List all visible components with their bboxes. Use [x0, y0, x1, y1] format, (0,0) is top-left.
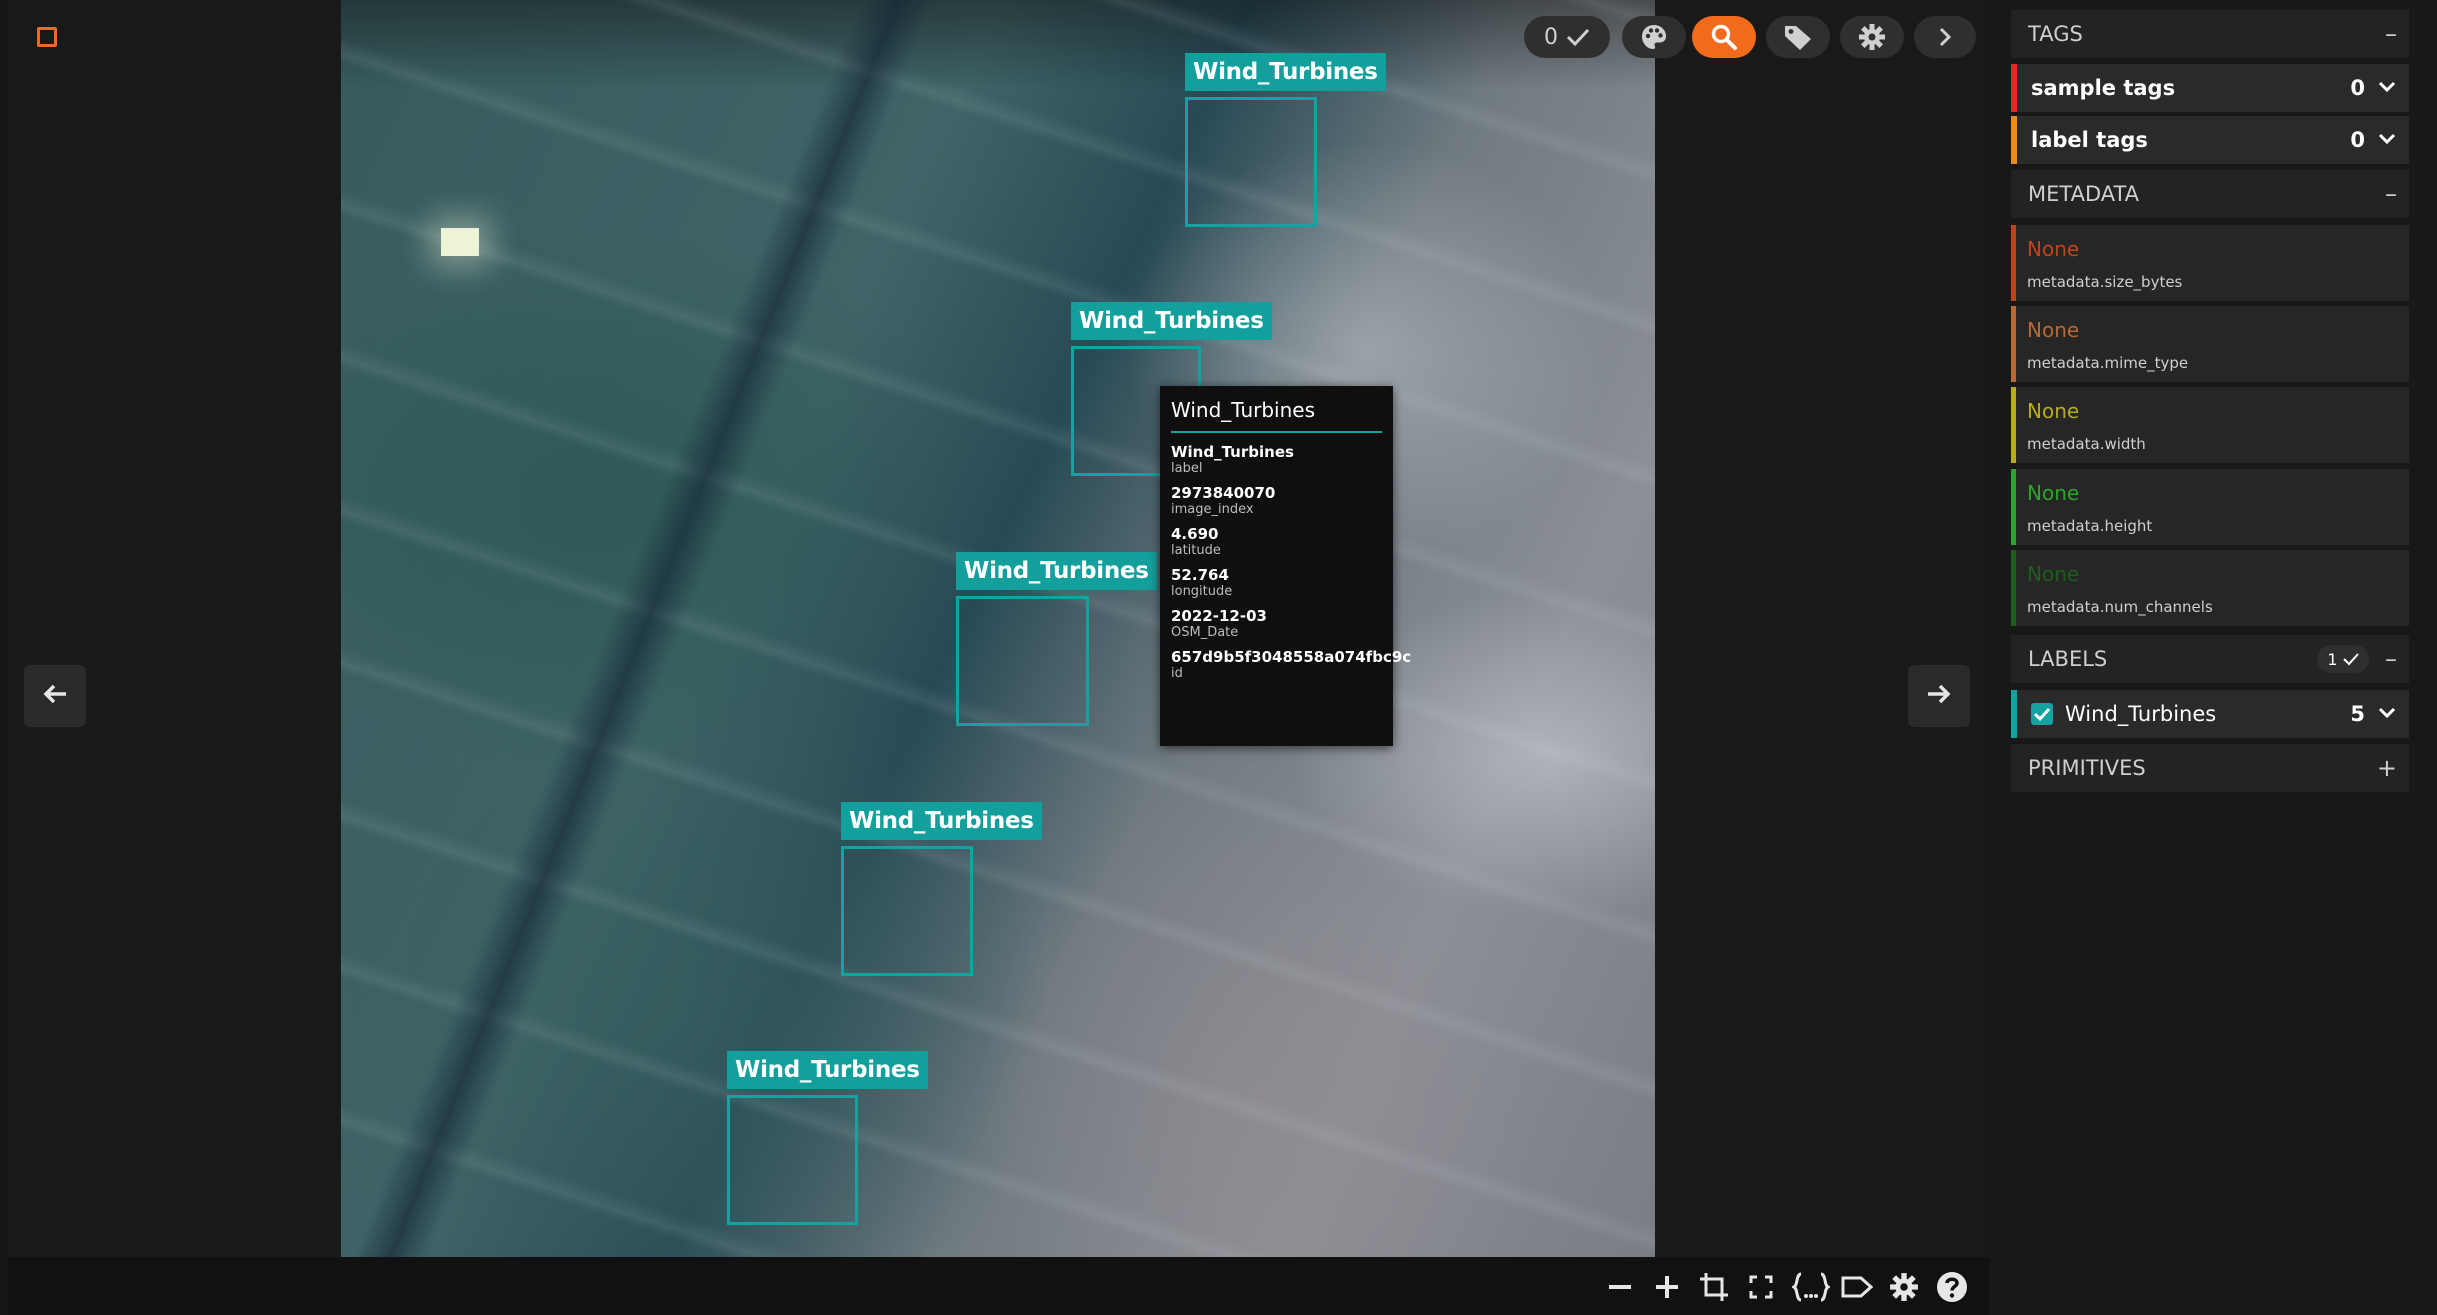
arrow-right-icon [1926, 683, 1952, 709]
label-tooltip: Wind_Turbines Wind_Turbines label 297384… [1160, 386, 1412, 746]
bottom-toolbar [8, 1257, 1990, 1315]
chevron-down-icon[interactable] [2377, 76, 2397, 100]
row-label: label tags [2031, 128, 2148, 152]
left-edge-strip [0, 0, 8, 1315]
section-title: TAGS [2028, 22, 2083, 46]
tooltip-key: OSM_Date [1171, 625, 1239, 640]
bounding-box[interactable] [956, 596, 1089, 726]
search-icon [1710, 23, 1738, 51]
tooltip-value: 2022-12-03 [1171, 607, 1267, 625]
metadata-row: None metadata.height [2011, 469, 2409, 545]
tooltip-key: latitude [1171, 543, 1221, 558]
tooltip-key: label [1171, 461, 1203, 476]
row-count: 0 [2350, 76, 2365, 100]
search-button[interactable] [1692, 16, 1756, 58]
crop-icon[interactable] [1697, 1270, 1731, 1304]
chevron-right-icon [1936, 26, 1954, 48]
select-sample-checkbox[interactable] [37, 27, 57, 47]
metadata-row: None metadata.size_bytes [2011, 225, 2409, 301]
fullscreen-icon[interactable] [1744, 1270, 1778, 1304]
expand-panel-button[interactable] [1914, 16, 1976, 58]
metadata-key: metadata.num_channels [2027, 598, 2213, 616]
tooltip-key: id [1171, 666, 1183, 681]
tooltip-key: image_index [1171, 502, 1254, 517]
metadata-value: None [2027, 481, 2080, 505]
bbox-label: Wind_Turbines [1071, 302, 1272, 340]
section-title: PRIMITIVES [2028, 756, 2146, 780]
row-count: 5 [2350, 702, 2365, 726]
bounding-box[interactable] [1185, 97, 1317, 227]
settings-button[interactable] [1840, 16, 1904, 58]
expand-icon[interactable]: + [2377, 754, 2397, 782]
chevron-down-icon[interactable] [2377, 128, 2397, 152]
metadata-row: None metadata.num_channels [2011, 550, 2409, 626]
tooltip-field: 2022-12-03 OSM_Date [1171, 607, 1382, 640]
bbox-label: Wind_Turbines [1185, 53, 1386, 91]
bounding-box[interactable] [841, 846, 973, 976]
json-icon[interactable] [1791, 1270, 1831, 1304]
tags-section-header[interactable]: TAGS – [2011, 10, 2409, 58]
tooltip-field: 2973840070 image_index [1171, 484, 1382, 517]
tooltip-title: Wind_Turbines [1171, 398, 1382, 433]
help-icon[interactable] [1935, 1270, 1969, 1304]
label-checkbox[interactable] [2031, 703, 2053, 725]
tooltip-value: 52.764 [1171, 566, 1229, 584]
labels-section-header[interactable]: LABELS 1 – [2011, 635, 2409, 683]
metadata-value: None [2027, 318, 2080, 342]
tag-icon [1783, 23, 1813, 51]
tooltip-field: 4.690 latitude [1171, 525, 1382, 558]
collapse-icon[interactable]: – [2385, 645, 2397, 673]
section-title: LABELS [2028, 647, 2108, 671]
tag-button[interactable] [1766, 16, 1830, 58]
row-label: sample tags [2031, 76, 2176, 100]
previous-sample-button[interactable] [24, 665, 86, 727]
label-icon[interactable] [1840, 1270, 1874, 1304]
sample-tags-row[interactable]: sample tags 0 [2011, 64, 2409, 112]
tooltip-value: 2973840070 [1171, 484, 1276, 502]
metadata-row: None metadata.width [2011, 387, 2409, 463]
labels-selected-badge[interactable]: 1 [2317, 645, 2369, 673]
gear-icon [1858, 23, 1886, 51]
selected-count-button[interactable]: 0 [1524, 16, 1610, 58]
metadata-value: None [2027, 237, 2080, 261]
row-label: Wind_Turbines [2065, 702, 2217, 726]
tooltip-field: 52.764 longitude [1171, 566, 1382, 599]
section-title: METADATA [2028, 182, 2140, 206]
label-tags-row[interactable]: label tags 0 [2011, 116, 2409, 164]
next-sample-button[interactable] [1908, 665, 1970, 727]
metadata-value: None [2027, 399, 2080, 423]
primitives-section-header[interactable]: PRIMITIVES + [2011, 744, 2409, 792]
tooltip-value: Wind_Turbines [1171, 443, 1294, 461]
metadata-section-header[interactable]: METADATA – [2011, 170, 2409, 218]
tooltip-field: Wind_Turbines label [1171, 443, 1382, 476]
bounding-box[interactable] [727, 1095, 858, 1225]
tooltip-value: 657d9b5f3048558a074fbc9c [1171, 648, 1412, 666]
metadata-value: None [2027, 562, 2080, 586]
collapse-icon[interactable]: – [2385, 180, 2397, 208]
metadata-key: metadata.width [2027, 435, 2146, 453]
settings-icon[interactable] [1887, 1270, 1921, 1304]
row-count: 0 [2350, 128, 2365, 152]
tooltip-field: 657d9b5f3048558a074fbc9c id [1171, 648, 1412, 681]
tooltip-key: longitude [1171, 584, 1233, 599]
metadata-row: None metadata.mime_type [2011, 306, 2409, 382]
palette-icon [1640, 23, 1668, 51]
bbox-label: Wind_Turbines [956, 552, 1157, 590]
zoom-in-icon[interactable] [1650, 1270, 1684, 1304]
arrow-left-icon [42, 683, 68, 709]
bbox-label: Wind_Turbines [727, 1051, 928, 1089]
tooltip-value: 4.690 [1171, 525, 1219, 543]
bbox-label: Wind_Turbines [841, 802, 1042, 840]
metadata-key: metadata.size_bytes [2027, 273, 2183, 291]
selected-count: 0 [1544, 24, 1558, 50]
check-icon [1566, 27, 1590, 47]
color-scheme-button[interactable] [1622, 16, 1686, 58]
collapse-icon[interactable]: – [2385, 20, 2397, 48]
label-row-wind-turbines[interactable]: Wind_Turbines 5 [2011, 690, 2409, 738]
chevron-down-icon[interactable] [2377, 702, 2397, 726]
metadata-key: metadata.height [2027, 517, 2153, 535]
sample-image[interactable]: Wind_Turbines Wind_Turbines Wind_Turbine… [341, 0, 1655, 1257]
zoom-out-icon[interactable] [1603, 1270, 1637, 1304]
metadata-key: metadata.mime_type [2027, 354, 2189, 372]
